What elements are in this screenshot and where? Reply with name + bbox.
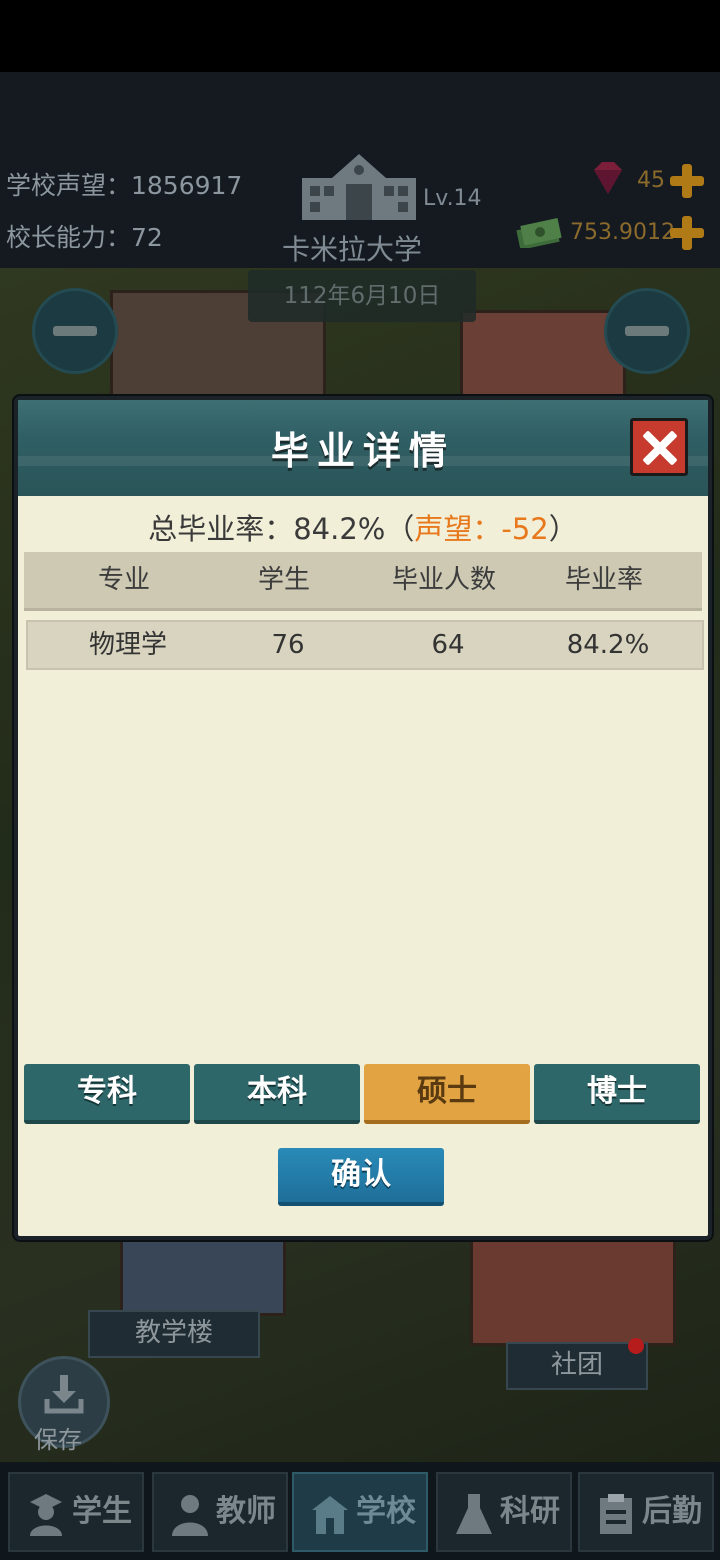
club-label[interactable]: 社团	[506, 1342, 648, 1390]
principal-ability: 校长能力：72	[6, 223, 163, 252]
bottom-navigation: 学生 教师 学校 科研 后勤	[0, 1462, 720, 1560]
money-icon	[516, 218, 562, 248]
summary-reputation-change: 声望：-52	[414, 512, 549, 546]
nav-tab-teachers[interactable]: 教师	[152, 1472, 288, 1552]
tab-doctorate[interactable]: 博士	[534, 1064, 700, 1124]
nav-tab-logistics[interactable]: 后勤	[578, 1472, 714, 1552]
nav-label-research: 科研	[500, 1494, 560, 1529]
school-reputation: 学校声望：1856917	[6, 171, 243, 200]
graduation-details-dialog: 毕业详情 总毕业率：84.2%（声望：-52） 专业 学生 毕业人数 毕业率 物…	[14, 396, 712, 1240]
confirm-button[interactable]: 确认	[278, 1148, 444, 1206]
map-building[interactable]	[470, 1230, 676, 1346]
column-header-rate: 毕业率	[564, 565, 643, 595]
school-icon	[312, 1496, 348, 1534]
flask-icon	[456, 1494, 492, 1534]
column-header-graduates: 毕业人数	[391, 565, 496, 595]
money-count: 753.9012	[570, 220, 675, 245]
table-header: 专业 学生 毕业人数 毕业率	[24, 552, 702, 611]
download-icon	[44, 1375, 84, 1414]
summary-close-paren: ）	[548, 512, 578, 546]
row-students: 76	[271, 630, 305, 660]
nav-tab-students[interactable]: 学生	[8, 1472, 144, 1552]
status-bar	[0, 0, 720, 72]
summary-rate: 总毕业率：84.2%（	[148, 512, 415, 546]
nav-tab-school[interactable]: 学校	[292, 1472, 428, 1552]
row-major: 物理学	[88, 630, 167, 660]
map-building[interactable]	[120, 1230, 286, 1316]
notification-dot	[628, 1338, 644, 1354]
tab-master[interactable]: 硕士	[364, 1064, 530, 1124]
table-row: 物理学 76 64 84.2%	[26, 620, 704, 670]
row-graduates: 64	[431, 630, 465, 660]
clipboard-icon	[600, 1494, 632, 1534]
school-building-icon	[302, 154, 416, 220]
teacher-icon	[172, 1495, 208, 1536]
nav-label-teachers: 教师	[216, 1494, 276, 1529]
tab-associate[interactable]: 专科	[24, 1064, 190, 1124]
gem-icon	[594, 162, 622, 194]
overall-graduation-summary: 总毕业率：84.2%（声望：-52）	[18, 506, 708, 548]
add-money-plus-icon[interactable]	[670, 216, 704, 250]
zoom-out-button-left[interactable]	[32, 288, 118, 374]
nav-label-school: 学校	[356, 1494, 416, 1529]
column-header-students: 学生	[257, 565, 310, 595]
nav-label-students: 学生	[72, 1494, 132, 1529]
add-gems-plus-icon[interactable]	[670, 164, 704, 198]
row-rate: 84.2%	[566, 630, 650, 660]
school-level: Lv.14	[423, 186, 482, 211]
dialog-title: 毕业详情	[270, 429, 455, 473]
gem-count: 45	[637, 168, 665, 193]
nav-label-logistics: 后勤	[642, 1494, 702, 1529]
close-button[interactable]	[630, 418, 688, 476]
zoom-out-button-right[interactable]	[604, 288, 690, 374]
dialog-header: 毕业详情	[18, 400, 708, 496]
nav-tab-research[interactable]: 科研	[436, 1472, 572, 1552]
student-icon	[30, 1494, 62, 1536]
game-date: 112年6月10日	[248, 270, 476, 322]
save-label: 保存	[34, 1426, 82, 1454]
teaching-building-label[interactable]: 教学楼	[88, 1310, 260, 1358]
column-header-major: 专业	[97, 565, 150, 595]
school-name: 卡米拉大学	[282, 233, 423, 266]
tab-bachelor[interactable]: 本科	[194, 1064, 360, 1124]
